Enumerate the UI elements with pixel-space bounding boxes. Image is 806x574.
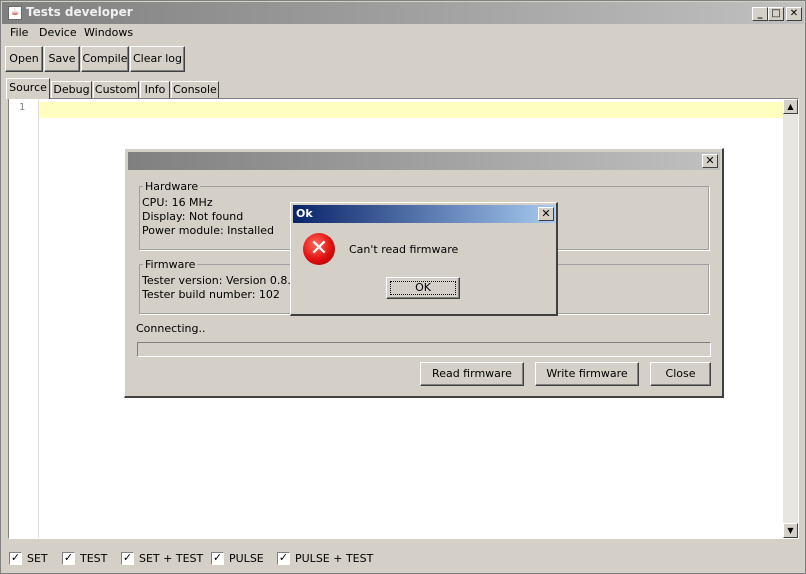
focus-outline: [390, 281, 456, 295]
java-cup-icon: ☕: [8, 6, 22, 20]
error-message-text: Can't read firmware: [349, 243, 459, 256]
status-text: Connecting..: [136, 322, 206, 335]
checkbox-checked-icon[interactable]: ✓: [9, 551, 22, 565]
checkbox-checked-icon[interactable]: ✓: [121, 551, 134, 565]
message-title-bar: Ok ✕: [293, 205, 555, 223]
checkbox-test[interactable]: ✓ TEST: [62, 551, 107, 567]
dialog-title-bar: ✕: [128, 152, 720, 170]
cpu-label: CPU: 16 MHz: [142, 196, 213, 209]
checkbox-pulse[interactable]: ✓ PULSE: [211, 551, 264, 567]
close-dialog-button[interactable]: Close: [650, 362, 711, 386]
menu-device[interactable]: Device: [39, 26, 77, 39]
tab-custom[interactable]: Custom: [93, 81, 139, 98]
message-close-icon[interactable]: ✕: [538, 207, 554, 221]
checkbox-checked-icon[interactable]: ✓: [277, 551, 290, 565]
menu-bar: File Device Windows: [2, 24, 804, 43]
scroll-down-icon[interactable]: ▼: [783, 523, 798, 538]
progress-bar: [137, 342, 711, 357]
ok-button[interactable]: OK: [386, 277, 460, 299]
scroll-up-icon[interactable]: ▲: [783, 99, 798, 114]
checkbox-pulse-test[interactable]: ✓ PULSE + TEST: [277, 551, 373, 567]
window-title: Tests developer: [26, 5, 133, 19]
hardware-group-title: Hardware: [143, 180, 201, 193]
write-firmware-button[interactable]: Write firmware: [535, 362, 639, 386]
read-firmware-button[interactable]: Read firmware: [420, 362, 524, 386]
dialog-close-icon[interactable]: ✕: [702, 154, 718, 168]
checkbox-set[interactable]: ✓ SET: [9, 551, 48, 567]
minimize-button[interactable]: _: [752, 7, 768, 21]
maximize-button[interactable]: □: [768, 7, 784, 21]
tab-console[interactable]: Console: [171, 81, 219, 98]
tab-source[interactable]: Source: [6, 78, 50, 99]
checkbox-checked-icon[interactable]: ✓: [62, 551, 75, 565]
vertical-scrollbar[interactable]: ▲ ▼: [783, 99, 798, 538]
close-button[interactable]: ✕: [786, 7, 802, 21]
tab-debug[interactable]: Debug: [51, 81, 92, 98]
clear-log-button[interactable]: Clear log: [130, 46, 185, 72]
power-module-label: Power module: Installed: [142, 224, 275, 237]
firmware-group-title: Firmware: [143, 258, 198, 271]
checkbox-checked-icon[interactable]: ✓: [211, 551, 224, 565]
menu-windows[interactable]: Windows: [84, 26, 133, 39]
save-button[interactable]: Save: [44, 46, 80, 72]
menu-file[interactable]: File: [10, 26, 28, 39]
line-gutter: 1: [9, 99, 39, 538]
display-label: Display: Not found: [142, 210, 244, 223]
tester-build-label: Tester build number: 102: [142, 288, 280, 301]
error-message-dialog: Ok ✕ ✕ Can't read firmware OK: [290, 202, 558, 316]
title-bar: ☕ Tests developer _ □ ✕: [2, 2, 804, 24]
error-icon: ✕: [303, 233, 335, 265]
compile-button[interactable]: Compile: [81, 46, 129, 72]
message-title: Ok: [296, 207, 313, 220]
tab-info[interactable]: Info: [140, 81, 170, 98]
current-line-highlight: [39, 102, 783, 118]
checkbox-set-test[interactable]: ✓ SET + TEST: [121, 551, 203, 567]
line-number: 1: [19, 102, 26, 113]
tester-version-label: Tester version: Version 0.8.12: [142, 274, 305, 287]
open-button[interactable]: Open: [5, 46, 43, 72]
